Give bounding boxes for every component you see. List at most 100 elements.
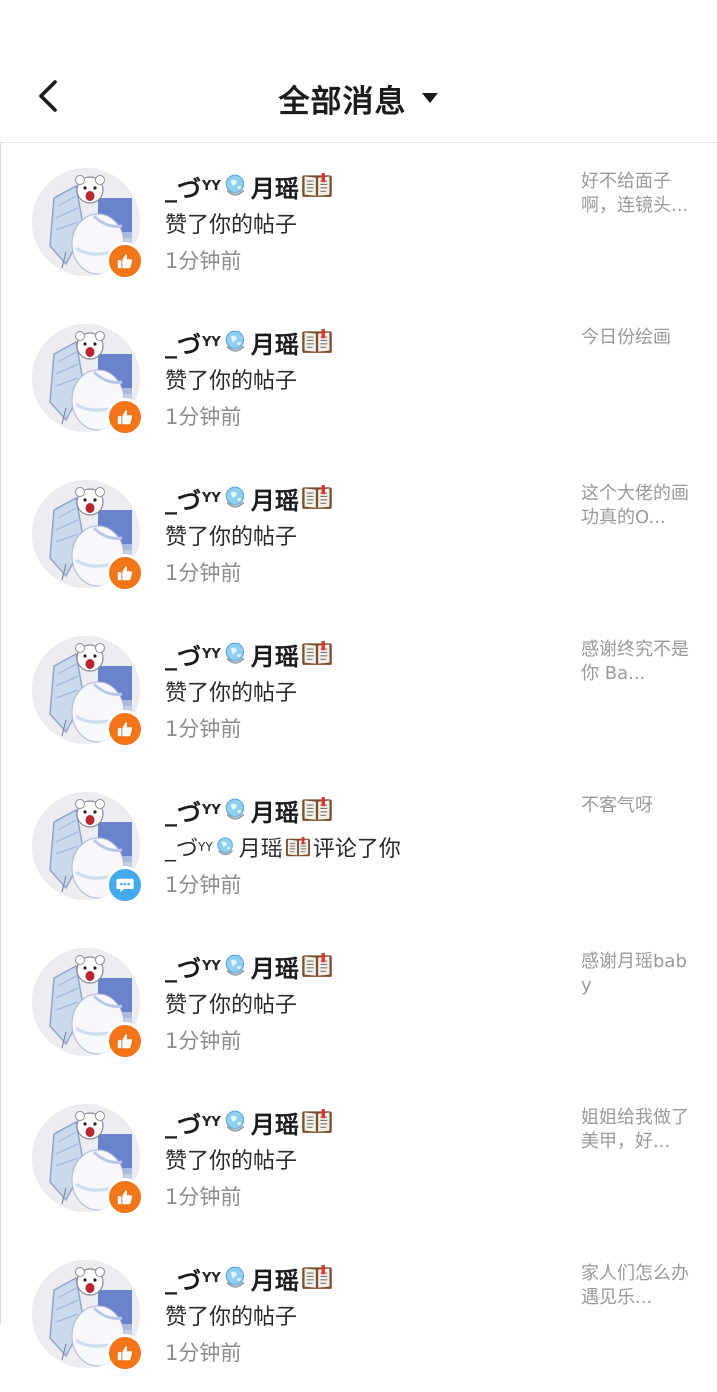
sender-name-prefix: _づ	[165, 642, 201, 671]
message-item[interactable]: _づ YY 月瑶 _づ YY 月瑶 评论了你 1分钟前 不客气呀	[0, 768, 717, 924]
action-text: 赞了你的帖子	[165, 674, 555, 708]
top-nav-bar: 全部消息	[0, 0, 717, 143]
open-book-icon	[302, 797, 332, 822]
message-item[interactable]: _づ YY 月瑶 赞了你的帖子 1分钟前 家人们怎么办 遇见乐...	[0, 1236, 717, 1392]
post-preview[interactable]: 感谢终究不是你 Ba...	[581, 638, 693, 686]
action-label: 赞了你的帖子	[165, 369, 298, 394]
action-label: 赞了你的帖子	[165, 993, 298, 1018]
message-info: _づ YY 月瑶 赞了你的帖子 1分钟前	[165, 480, 555, 588]
like-badge	[106, 1334, 144, 1372]
sender-name-yy: YY	[202, 646, 221, 662]
message-item[interactable]: _づ YY 月瑶 赞了你的帖子 1分钟前 好不给面子啊，连镜头...	[0, 144, 717, 300]
message-info: _づ YY 月瑶 赞了你的帖子 1分钟前	[165, 1104, 555, 1212]
timestamp: 1分钟前	[165, 405, 242, 429]
sender-name[interactable]: _づ YY 月瑶	[165, 948, 555, 984]
thumbs-up-icon	[117, 1190, 133, 1205]
like-badge	[106, 1178, 144, 1216]
open-book-icon	[302, 953, 332, 978]
message-item[interactable]: _づ YY 月瑶 赞了你的帖子 1分钟前 感谢终究不是你 Ba...	[0, 612, 717, 768]
action-label: 赞了你的帖子	[165, 1305, 298, 1330]
timestamp: 1分钟前	[165, 1341, 242, 1365]
open-book-icon	[302, 641, 332, 666]
sender-name-yy: YY	[202, 490, 221, 506]
thumbs-up-icon	[117, 254, 133, 269]
sender-name-main: 月瑶	[250, 642, 299, 671]
caret-down-icon	[421, 92, 439, 104]
thumbs-up-icon	[117, 1034, 133, 1049]
globe-icon	[225, 330, 245, 352]
sender-name-yy: YY	[202, 178, 221, 194]
page-title: 全部消息	[278, 83, 407, 120]
sender-name[interactable]: _づ YY 月瑶	[165, 168, 555, 204]
post-preview[interactable]: 姐姐给我做了美甲，好...	[581, 1106, 693, 1154]
sender-name[interactable]: _づ YY 月瑶	[165, 1260, 555, 1296]
message-info: _づ YY 月瑶 _づ YY 月瑶 评论了你 1分钟前	[165, 792, 555, 900]
open-book-icon	[302, 173, 332, 198]
sender-name-main: 月瑶	[250, 486, 299, 515]
sender-name[interactable]: _づ YY 月瑶	[165, 480, 555, 516]
post-preview[interactable]: 不客气呀	[581, 794, 693, 818]
message-item[interactable]: _づ YY 月瑶 赞了你的帖子 1分钟前 感谢月瑶baby	[0, 924, 717, 1080]
post-preview[interactable]: 好不给面子啊，连镜头...	[581, 170, 693, 218]
action-text: 赞了你的帖子	[165, 1142, 555, 1176]
message-item[interactable]: _づ YY 月瑶 赞了你的帖子 1分钟前 这个大佬的画功真的O...	[0, 456, 717, 612]
sender-name[interactable]: _づ YY 月瑶	[165, 1104, 555, 1140]
sender-name-prefix: _づ	[165, 954, 201, 983]
open-book-icon	[302, 329, 332, 354]
sender-name[interactable]: _づ YY 月瑶	[165, 324, 555, 360]
message-filter-dropdown[interactable]: 全部消息	[0, 72, 717, 124]
thumbs-up-icon	[117, 1346, 133, 1361]
sender-name-prefix: _づ	[165, 330, 201, 359]
chat-bubble-icon	[116, 878, 134, 893]
like-badge	[106, 398, 144, 436]
post-preview[interactable]: 这个大佬的画功真的O...	[581, 482, 693, 530]
message-info: _づ YY 月瑶 赞了你的帖子 1分钟前	[165, 948, 555, 1056]
sender-name[interactable]: _づ YY 月瑶	[165, 636, 555, 672]
post-preview[interactable]: 家人们怎么办 遇见乐...	[581, 1262, 693, 1310]
action-text: 赞了你的帖子	[165, 362, 555, 396]
sender-name[interactable]: _づ YY 月瑶	[165, 792, 555, 828]
sender-name-prefix: _づ	[165, 798, 201, 827]
message-info: _づ YY 月瑶 赞了你的帖子 1分钟前	[165, 168, 555, 276]
like-badge	[106, 1022, 144, 1060]
action-text: 赞了你的帖子	[165, 518, 555, 552]
sender-name-main: 月瑶	[250, 798, 299, 827]
timestamp: 1分钟前	[165, 873, 242, 897]
sender-name-main: 月瑶	[250, 1266, 299, 1295]
sender-name-main: 月瑶	[250, 954, 299, 983]
post-preview[interactable]: 感谢月瑶baby	[581, 950, 693, 998]
action-text: _づ YY 月瑶 评论了你	[165, 830, 555, 864]
message-item[interactable]: _づ YY 月瑶 赞了你的帖子 1分钟前 姐姐给我做了美甲，好...	[0, 1080, 717, 1236]
thumbs-up-icon	[117, 410, 133, 425]
globe-icon	[225, 1110, 245, 1132]
comment-badge	[106, 866, 144, 904]
thumbs-up-icon	[117, 722, 133, 737]
action-label: 赞了你的帖子	[165, 213, 298, 238]
message-info: _づ YY 月瑶 赞了你的帖子 1分钟前	[165, 1260, 555, 1368]
sender-name-yy: YY	[202, 334, 221, 350]
globe-icon	[225, 798, 245, 820]
open-book-icon	[302, 1265, 332, 1290]
timestamp: 1分钟前	[165, 561, 242, 585]
action-name-yy: YY	[198, 840, 213, 854]
post-preview[interactable]: 今日份绘画	[581, 326, 693, 350]
sender-name-yy: YY	[202, 802, 221, 818]
globe-icon	[225, 174, 245, 196]
timestamp: 1分钟前	[165, 249, 242, 273]
action-label: 赞了你的帖子	[165, 1149, 298, 1174]
action-text: 赞了你的帖子	[165, 206, 555, 240]
message-info: _づ YY 月瑶 赞了你的帖子 1分钟前	[165, 324, 555, 432]
timestamp: 1分钟前	[165, 717, 242, 741]
open-book-icon	[302, 485, 332, 510]
message-item[interactable]: _づ YY 月瑶 赞了你的帖子 1分钟前 今日份绘画	[0, 300, 717, 456]
sender-name-main: 月瑶	[250, 1110, 299, 1139]
sender-name-prefix: _づ	[165, 1266, 201, 1295]
action-label: 赞了你的帖子	[165, 681, 298, 706]
like-badge	[106, 710, 144, 748]
sender-name-prefix: _づ	[165, 486, 201, 515]
action-name-main: 月瑶	[238, 837, 283, 862]
sender-name-prefix: _づ	[165, 1110, 201, 1139]
message-info: _づ YY 月瑶 赞了你的帖子 1分钟前	[165, 636, 555, 744]
globe-icon	[225, 1266, 245, 1288]
thumbs-up-icon	[117, 566, 133, 581]
